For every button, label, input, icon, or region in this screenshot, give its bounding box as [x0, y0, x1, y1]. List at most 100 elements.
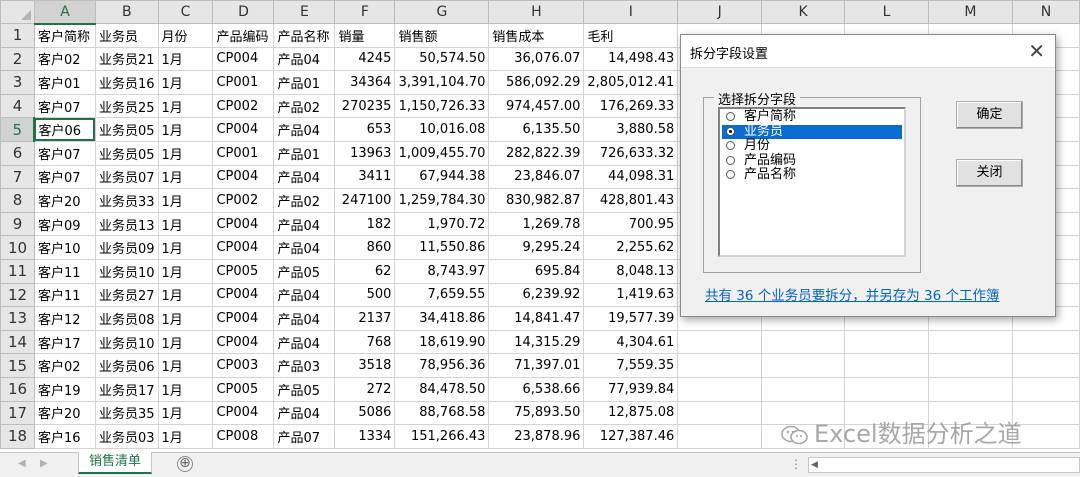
- cell[interactable]: 428,801.43: [583, 188, 679, 213]
- cell[interactable]: 1月: [157, 353, 214, 378]
- row-header[interactable]: 17: [0, 400, 35, 426]
- field-option[interactable]: 业务员: [722, 124, 902, 140]
- column-header[interactable]: A: [33, 0, 96, 25]
- cell[interactable]: 业务员05: [94, 117, 159, 142]
- cell[interactable]: 产品02: [273, 188, 336, 213]
- cell[interactable]: 1月: [157, 117, 214, 142]
- cell[interactable]: 34,418.86: [394, 306, 490, 331]
- cell[interactable]: 业务员08: [94, 306, 159, 331]
- column-header[interactable]: M: [928, 0, 1013, 24]
- cell[interactable]: 10,016.08: [394, 117, 490, 142]
- cell[interactable]: 78,956.36: [394, 353, 490, 378]
- cell[interactable]: 7,559.35: [583, 353, 679, 378]
- radio-icon[interactable]: [726, 155, 735, 165]
- cell[interactable]: [928, 329, 1013, 355]
- cell[interactable]: 1月: [157, 211, 214, 237]
- cell[interactable]: [761, 329, 846, 355]
- row-header[interactable]: 15: [0, 353, 35, 378]
- cell[interactable]: 业务员: [94, 23, 159, 48]
- cell[interactable]: 客户简称: [33, 23, 96, 48]
- field-option[interactable]: 客户简称: [722, 110, 902, 125]
- cell[interactable]: CP002: [212, 93, 275, 119]
- cell[interactable]: [761, 353, 846, 378]
- cell[interactable]: [844, 329, 930, 355]
- cell[interactable]: 176,269.33: [583, 93, 679, 119]
- cell[interactable]: 业务员33: [94, 188, 159, 213]
- cell[interactable]: 销售额: [394, 23, 490, 48]
- cell[interactable]: 产品04: [273, 211, 336, 237]
- cell[interactable]: 2137: [334, 306, 396, 331]
- cell[interactable]: 业务员21: [94, 46, 159, 72]
- cell[interactable]: 23,878.96: [488, 424, 585, 449]
- cell[interactable]: 业务员10: [94, 258, 159, 284]
- cell[interactable]: 销售成本: [488, 23, 585, 48]
- cell[interactable]: [677, 329, 763, 355]
- row-header[interactable]: 3: [0, 70, 35, 95]
- cell[interactable]: 业务员07: [94, 164, 159, 190]
- cell[interactable]: 毛利: [583, 23, 679, 48]
- cell[interactable]: [928, 353, 1013, 378]
- row-header[interactable]: 4: [0, 93, 35, 119]
- row-header[interactable]: 9: [0, 211, 35, 237]
- cell[interactable]: [1011, 424, 1080, 449]
- cell[interactable]: 36,076.07: [488, 46, 585, 72]
- row-header[interactable]: 6: [0, 140, 35, 166]
- cell[interactable]: [677, 400, 763, 426]
- cell[interactable]: 产品名称: [273, 23, 336, 48]
- row-header[interactable]: 7: [0, 164, 35, 190]
- cell[interactable]: 182: [334, 211, 396, 237]
- next-sheet-icon[interactable]: ▶: [40, 458, 48, 469]
- cell[interactable]: 客户19: [33, 376, 96, 402]
- row-header[interactable]: 13: [0, 306, 35, 331]
- cell[interactable]: 1月: [157, 306, 214, 331]
- cell[interactable]: 业务员35: [94, 400, 159, 426]
- cell[interactable]: 1月: [157, 424, 214, 449]
- radio-icon[interactable]: [726, 170, 735, 180]
- row-header[interactable]: 2: [0, 46, 35, 72]
- cell[interactable]: 1,150,726.33: [394, 93, 490, 119]
- column-header[interactable]: N: [1011, 0, 1080, 24]
- cell[interactable]: 1,009,455.70: [394, 140, 490, 166]
- cell[interactable]: 4245: [334, 46, 396, 72]
- cell[interactable]: 1月: [157, 46, 214, 72]
- cell[interactable]: 1月: [157, 235, 214, 260]
- cell[interactable]: 1,419.63: [583, 282, 679, 308]
- cell[interactable]: [1011, 353, 1080, 378]
- cell[interactable]: 7,659.55: [394, 282, 490, 308]
- cell[interactable]: 84,478.50: [394, 376, 490, 402]
- cell[interactable]: CP003: [212, 353, 275, 378]
- cell[interactable]: 产品01: [273, 140, 336, 166]
- field-option[interactable]: 月份: [722, 139, 902, 154]
- cell[interactable]: 客户02: [33, 353, 96, 378]
- column-header[interactable]: B: [94, 0, 159, 24]
- cell[interactable]: 业务员27: [94, 282, 159, 308]
- cell[interactable]: CP001: [212, 140, 275, 166]
- cell[interactable]: 业务员06: [94, 353, 159, 378]
- row-header[interactable]: 1: [0, 23, 35, 48]
- cell[interactable]: 77,939.84: [583, 376, 679, 402]
- cell[interactable]: CP004: [212, 306, 275, 331]
- cell[interactable]: 1月: [157, 140, 214, 166]
- dialog-titlebar[interactable]: 拆分字段设置 ✕: [681, 35, 1055, 68]
- cell[interactable]: 1月: [157, 188, 214, 213]
- cell[interactable]: CP005: [212, 258, 275, 284]
- cell[interactable]: 客户16: [33, 424, 96, 449]
- cell[interactable]: CP004: [212, 164, 275, 190]
- cell[interactable]: [1011, 376, 1080, 402]
- cell[interactable]: 业务员09: [94, 235, 159, 260]
- column-header[interactable]: F: [334, 0, 396, 24]
- cell[interactable]: 业务员13: [94, 211, 159, 237]
- field-option[interactable]: 产品名称: [722, 168, 902, 183]
- cell[interactable]: 业务员16: [94, 70, 159, 95]
- cell[interactable]: 客户02: [33, 46, 96, 72]
- row-header[interactable]: 12: [0, 282, 35, 308]
- splitter-dots-icon[interactable]: ⋮: [790, 457, 802, 471]
- cell[interactable]: [677, 424, 763, 449]
- cell[interactable]: 282,822.39: [488, 140, 585, 166]
- cell[interactable]: 50,574.50: [394, 46, 490, 72]
- cell[interactable]: 客户09: [33, 211, 96, 237]
- column-header[interactable]: H: [488, 0, 585, 24]
- column-header[interactable]: C: [157, 0, 214, 24]
- cell[interactable]: 700.95: [583, 211, 679, 237]
- radio-icon[interactable]: [726, 141, 735, 151]
